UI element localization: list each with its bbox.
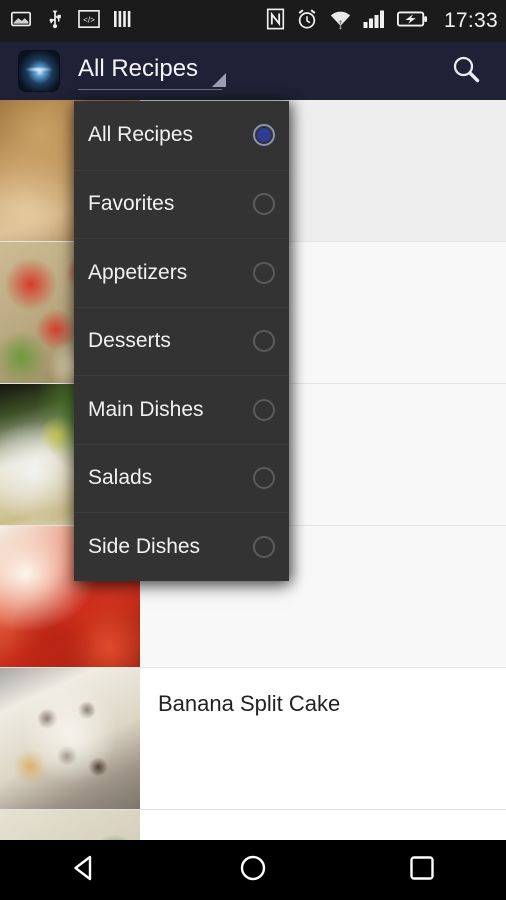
radio-button-icon[interactable] — [253, 193, 275, 216]
status-bar-left-icons: </> — [10, 8, 133, 35]
radio-button-icon[interactable] — [253, 330, 275, 353]
category-spinner-label: All Recipes — [78, 55, 199, 82]
search-icon — [450, 53, 482, 90]
recipe-title: Banana Split Cake — [158, 691, 341, 716]
signal-bars-icon — [363, 9, 386, 34]
radio-button-icon[interactable] — [253, 398, 275, 421]
category-dropdown-menu[interactable]: All Recipes Favorites Appetizers Dessert… — [74, 101, 289, 581]
status-bar-clock: 17:33 — [443, 9, 498, 32]
category-spinner[interactable]: All Recipes — [78, 47, 226, 95]
category-spinner-underline — [78, 89, 222, 90]
status-bar-right-icons: 17:33 — [266, 8, 498, 35]
home-circle-icon — [236, 851, 270, 890]
menu-item-favorites[interactable]: Favorites — [74, 169, 289, 239]
status-bar: </> 17:33 — [0, 0, 506, 42]
recents-square-icon — [405, 851, 439, 890]
menu-item-label: Salads — [88, 466, 153, 490]
menu-item-main-dishes[interactable]: Main Dishes — [74, 375, 289, 444]
recipe-title — [140, 810, 158, 832]
alarm-clock-icon — [296, 8, 318, 35]
screenshot-icon — [10, 8, 32, 35]
dropdown-triangle-icon — [212, 73, 226, 87]
system-navigation-bar — [0, 840, 506, 900]
radio-button-icon[interactable] — [253, 124, 275, 147]
home-button[interactable] — [208, 840, 298, 900]
back-triangle-icon — [67, 851, 101, 890]
menu-item-label: Appetizers — [88, 260, 188, 284]
menu-item-label: Side Dishes — [88, 534, 201, 558]
menu-item-desserts[interactable]: Desserts — [74, 306, 289, 376]
recipe-thumbnail — [0, 810, 140, 840]
equalizer-bars-icon — [113, 9, 133, 34]
back-button[interactable] — [39, 840, 129, 900]
menu-item-appetizers[interactable]: Appetizers — [74, 238, 289, 307]
menu-item-label: Desserts — [88, 329, 171, 353]
nfc-icon — [266, 8, 285, 35]
radio-button-icon[interactable] — [253, 261, 275, 284]
menu-item-label: All Recipes — [88, 123, 194, 147]
menu-item-label: Favorites — [88, 192, 175, 216]
svg-text:</>: </> — [83, 15, 95, 24]
search-button[interactable] — [442, 47, 490, 95]
menu-item-all-recipes[interactable]: All Recipes — [74, 101, 289, 170]
table-row[interactable]: Banana Split Cake — [0, 668, 506, 810]
radio-button-icon[interactable] — [253, 535, 275, 558]
table-row[interactable] — [0, 810, 506, 840]
wifi-icon — [329, 8, 352, 35]
radio-button-icon[interactable] — [253, 467, 275, 490]
menu-item-side-dishes[interactable]: Side Dishes — [74, 512, 289, 581]
app-logo-icon — [18, 50, 60, 92]
developer-code-icon: </> — [78, 9, 100, 34]
menu-item-salads[interactable]: Salads — [74, 443, 289, 513]
phone-screen: </> 17:33 All Recipes Banana Split Cake … — [0, 0, 506, 900]
usb-icon — [45, 8, 65, 35]
recipe-thumbnail — [0, 668, 140, 809]
menu-item-label: Main Dishes — [88, 397, 204, 421]
battery-charging-icon — [396, 10, 427, 33]
recents-button[interactable] — [377, 840, 467, 900]
action-bar: All Recipes — [0, 42, 506, 100]
